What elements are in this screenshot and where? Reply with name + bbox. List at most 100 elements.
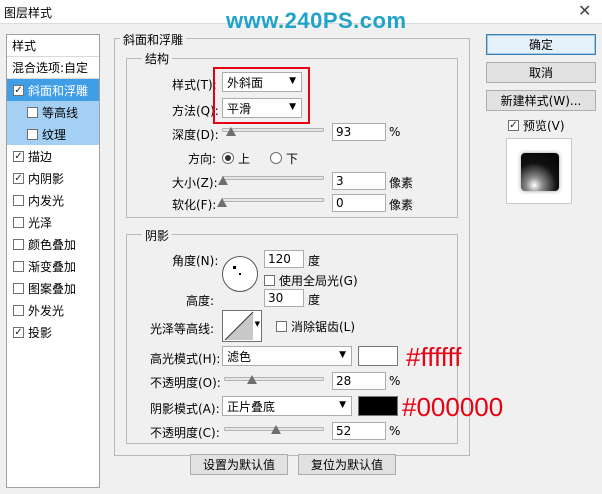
style-item-label: 投影	[28, 325, 53, 340]
highlight-opacity-label: 不透明度(O):	[150, 376, 221, 390]
chevron-down-icon: ▼	[339, 350, 346, 360]
highlight-mode-value: 滤色	[227, 349, 252, 364]
depth-slider[interactable]	[222, 128, 324, 132]
shadow-color-swatch[interactable]	[358, 396, 398, 416]
styles-list: 样式 混合选项:自定 ✓ 斜面和浮雕等高线纹理 ✓ 描边 ✓ 内阴影内发光光泽颜色叠加渐变…	[6, 34, 100, 488]
altitude-input[interactable]: 30	[264, 289, 304, 307]
shadow-opacity-unit: %	[389, 424, 401, 438]
style-item-label: 纹理	[42, 127, 67, 142]
checkbox-checked-icon[interactable]: ✓	[13, 172, 24, 184]
angle-input[interactable]: 120	[264, 250, 304, 268]
preview-swatch	[506, 138, 572, 204]
make-default-button[interactable]: 设置为默认值	[190, 454, 288, 475]
angle-dial[interactable]	[222, 256, 258, 292]
style-item[interactable]: 纹理	[7, 123, 99, 145]
style-item[interactable]: ✓ 投影	[7, 321, 99, 343]
style-item-label: 内发光	[28, 193, 65, 208]
highlight-color-swatch[interactable]	[358, 346, 398, 366]
anti-alias-checkbox[interactable]: 消除锯齿(L)	[276, 318, 355, 335]
window-title: 图层样式	[4, 6, 53, 20]
style-item[interactable]: 等高线	[7, 101, 99, 123]
angle-dial-point	[233, 266, 236, 269]
chevron-down-icon: ▼	[339, 400, 346, 410]
soften-slider-thumb[interactable]	[217, 198, 227, 207]
direction-label: 方向:	[188, 152, 217, 166]
depth-slider-thumb[interactable]	[226, 127, 237, 136]
soften-input[interactable]: 0	[332, 194, 386, 212]
highlight-box	[213, 67, 310, 124]
size-label: 大小(Z):	[172, 176, 218, 190]
checkbox-checked-icon[interactable]: ✓	[13, 150, 24, 162]
shadow-mode-select[interactable]: 正片叠底 ▼	[222, 396, 352, 416]
style-item[interactable]: 内发光	[7, 189, 99, 211]
style-item[interactable]: ✓ 斜面和浮雕	[7, 79, 99, 101]
gloss-contour-picker[interactable]: ▼	[222, 310, 262, 342]
style-item[interactable]: ✓ 内阴影	[7, 167, 99, 189]
new-style-button[interactable]: 新建样式(W)...	[486, 90, 596, 111]
gloss-contour-label: 光泽等高线:	[150, 322, 215, 336]
checkbox-icon[interactable]	[13, 260, 24, 272]
shadow-opacity-thumb[interactable]	[271, 425, 281, 434]
style-item[interactable]: ✓ 描边	[7, 145, 99, 167]
ok-button[interactable]: 确定	[486, 34, 596, 55]
direction-up-label: 上	[238, 152, 251, 166]
preview-thumbnail	[521, 153, 559, 191]
blend-options-item[interactable]: 混合选项:自定	[7, 57, 99, 79]
shadow-color-annotation: #000000	[402, 392, 504, 422]
highlight-color-annotation: #ffffff	[406, 342, 462, 372]
reset-default-button[interactable]: 复位为默认值	[298, 454, 396, 475]
shadow-opacity-input[interactable]: 52	[332, 422, 386, 440]
highlight-opacity-thumb[interactable]	[247, 375, 257, 384]
direction-down-label: 下	[286, 152, 299, 166]
checkbox-icon[interactable]	[27, 128, 38, 140]
global-light-label: 使用全局光(G)	[279, 274, 358, 288]
checkbox-icon[interactable]	[13, 216, 24, 228]
shading-title: 阴影	[142, 227, 173, 244]
soften-slider[interactable]	[222, 198, 324, 202]
checkbox-icon[interactable]	[13, 304, 24, 316]
soften-unit: 像素	[389, 198, 414, 212]
style-item[interactable]: 图案叠加	[7, 277, 99, 299]
checkbox-checked-icon[interactable]: ✓	[13, 84, 24, 96]
anti-alias-label: 消除锯齿(L)	[291, 320, 356, 334]
preview-checkbox[interactable]: ✓ 预览(V)	[508, 117, 565, 134]
direction-down-radio[interactable]	[270, 152, 282, 164]
style-item-label: 等高线	[42, 105, 79, 120]
checkbox-icon[interactable]	[27, 106, 38, 118]
style-item[interactable]: 外发光	[7, 299, 99, 321]
style-item[interactable]: 颜色叠加	[7, 233, 99, 255]
altitude-label: 高度:	[186, 294, 215, 308]
angle-unit: 度	[308, 254, 321, 268]
global-light-checkbox[interactable]: 使用全局光(G)	[264, 272, 358, 289]
highlight-opacity-input[interactable]: 28	[332, 372, 386, 390]
style-item-label: 颜色叠加	[28, 237, 77, 252]
style-item[interactable]: 渐变叠加	[7, 255, 99, 277]
size-input[interactable]: 3	[332, 172, 386, 190]
close-icon[interactable]: ✕	[578, 1, 591, 20]
size-unit: 像素	[389, 176, 414, 190]
angle-label: 角度(N):	[172, 254, 219, 268]
style-item[interactable]: 光泽	[7, 211, 99, 233]
technique-label: 方法(Q):	[172, 104, 219, 118]
size-slider[interactable]	[222, 176, 324, 180]
highlight-mode-label: 高光模式(H):	[150, 352, 221, 366]
checkbox-icon[interactable]	[13, 282, 24, 294]
direction-up-radio[interactable]	[222, 152, 234, 164]
cancel-button[interactable]: 取消	[486, 62, 596, 83]
depth-input[interactable]: 93	[332, 123, 386, 141]
styles-header: 样式	[7, 35, 99, 57]
contour-preview-icon	[224, 311, 254, 341]
depth-label: 深度(D):	[172, 128, 219, 142]
checkbox-icon[interactable]	[13, 194, 24, 206]
shadow-mode-label: 阴影模式(A):	[150, 402, 220, 416]
highlight-opacity-slider[interactable]	[224, 377, 324, 381]
preview-label: 预览(V)	[523, 119, 565, 133]
highlight-opacity-unit: %	[389, 374, 401, 388]
checkbox-icon[interactable]	[13, 238, 24, 250]
shadow-opacity-label: 不透明度(C):	[150, 426, 220, 440]
size-slider-thumb[interactable]	[218, 176, 229, 185]
highlight-mode-select[interactable]: 滤色 ▼	[222, 346, 352, 366]
style-item-label: 描边	[28, 149, 53, 164]
checkbox-checked-icon[interactable]: ✓	[13, 326, 24, 338]
structure-title: 结构	[142, 50, 173, 67]
